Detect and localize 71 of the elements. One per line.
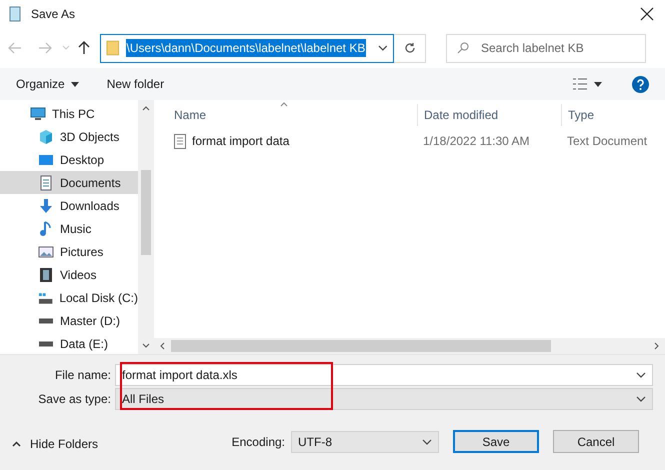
sidebar-item[interactable]: Master (D:)	[0, 309, 138, 332]
window-icon	[7, 6, 23, 22]
address-dropdown-icon	[378, 45, 388, 51]
file-name-value: format import data.xls	[122, 367, 238, 384]
search-field[interactable]: Search labelnet KB	[446, 34, 646, 62]
new-folder-button[interactable]: New folder	[106, 75, 164, 93]
file-name-field[interactable]: format import data.xls	[115, 364, 653, 386]
caret-icon	[636, 396, 646, 402]
file-row[interactable]: format import data 1/18/2022 11:30 AM Text Document	[154, 130, 665, 152]
organize-button[interactable]: Organize	[16, 75, 79, 93]
field-label: Save as type:	[37, 391, 112, 408]
field-label: File name:	[54, 367, 112, 384]
view-options-icon[interactable]	[572, 77, 588, 91]
caret-icon	[422, 438, 432, 444]
file-date: 1/18/2022 11:30 AM	[422, 133, 531, 150]
scroll-left-icon[interactable]	[160, 342, 165, 350]
sidebar-item[interactable]: This PC	[0, 102, 138, 125]
chevron-up-icon	[12, 440, 21, 446]
address-field[interactable]: \Users\dann\Documents\labelnet\labelnet KB	[100, 34, 394, 62]
window-title: Save As	[31, 6, 76, 23]
hide-folders-button[interactable]: Hide Folders	[12, 434, 98, 452]
column-header[interactable]: Type	[561, 104, 665, 126]
scroll-right-icon[interactable]	[654, 342, 659, 350]
save-button[interactable]: Save	[453, 430, 539, 453]
encoding-label: Encoding:	[232, 434, 285, 450]
refresh-button[interactable]	[394, 34, 426, 62]
caret-icon[interactable]	[594, 82, 602, 86]
sidebar-item[interactable]: Pictures	[0, 240, 138, 263]
help-icon[interactable]	[632, 76, 649, 92]
up-arrow-icon[interactable]	[78, 41, 90, 55]
film-icon	[38, 266, 54, 282]
scrollbar-thumb[interactable]	[141, 170, 151, 254]
cancel-button[interactable]: Cancel	[553, 430, 639, 453]
sidebar-item[interactable]: Downloads	[0, 194, 138, 217]
close-icon[interactable]	[640, 7, 654, 21]
cube-icon	[38, 128, 54, 144]
encoding-value: UTF-8	[298, 434, 333, 450]
sidebar-item[interactable]: Desktop	[0, 148, 138, 171]
picture-icon	[38, 244, 54, 260]
scroll-down-icon[interactable]	[142, 343, 150, 348]
sort-ascending-icon	[280, 102, 288, 107]
horizontal-scrollbar[interactable]	[154, 338, 665, 354]
sidebar-item[interactable]: 3D Objects	[0, 125, 138, 148]
document-icon	[38, 174, 54, 190]
encoding-dropdown[interactable]: UTF-8	[291, 430, 439, 452]
text-file-icon	[174, 134, 186, 148]
file-type-value: All Files	[122, 391, 166, 408]
address-path: \Users\dann\Documents\labelnet\labelnet KB	[126, 39, 366, 57]
drive-icon	[38, 318, 54, 324]
download-arrow-icon	[38, 198, 54, 214]
monitor-icon	[30, 106, 46, 122]
search-icon	[457, 42, 469, 54]
column-header[interactable]: Date modified	[417, 104, 561, 126]
file-type-dropdown[interactable]: All Files	[115, 388, 653, 410]
file-type: Text Document	[566, 133, 648, 150]
sidebar-item[interactable]: Local Disk (C:)	[0, 286, 138, 309]
sidebar-item[interactable]: Documents	[0, 171, 138, 194]
sidebar-item[interactable]: Music	[0, 217, 138, 240]
caret-icon	[70, 82, 79, 86]
sidebar-item[interactable]: Data (E:)	[0, 332, 138, 354]
folder-icon	[106, 40, 120, 56]
scrollbar-thumb[interactable]	[171, 340, 551, 352]
caret-icon	[636, 372, 646, 378]
scroll-up-icon[interactable]	[142, 106, 150, 111]
column-header[interactable]: Name	[154, 106, 417, 124]
search-placeholder: Search labelnet KB	[481, 40, 584, 57]
vertical-scrollbar[interactable]	[138, 100, 154, 354]
sidebar-item[interactable]: Videos	[0, 263, 138, 286]
refresh-icon	[404, 42, 416, 54]
drive-icon	[38, 340, 54, 346]
file-name: format import data	[192, 133, 290, 150]
